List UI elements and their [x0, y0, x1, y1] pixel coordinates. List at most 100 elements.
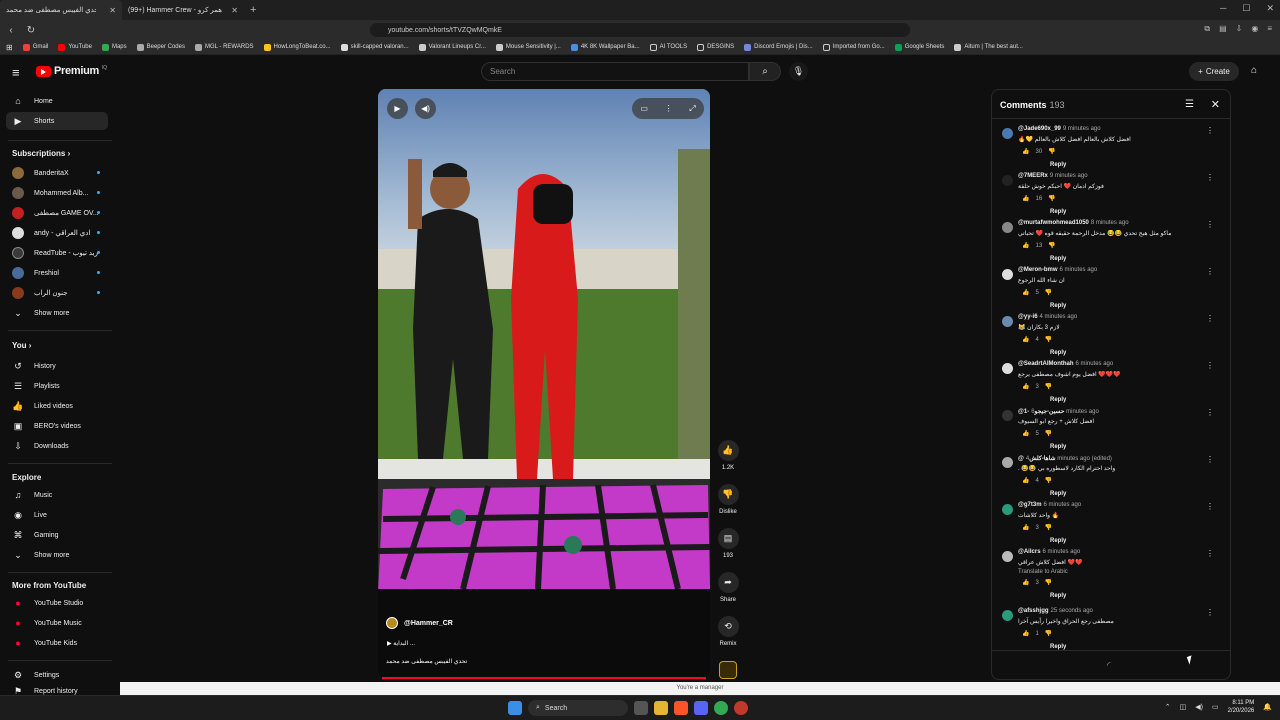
bookmark-folder[interactable]: AI TOOLS — [649, 43, 687, 51]
thumbs-down-icon[interactable]: 👎 — [1048, 148, 1055, 155]
thumbs-up-icon[interactable]: 👍 — [1022, 630, 1029, 637]
comment-author[interactable]: @1-حسين-جيجو — [1018, 409, 1064, 415]
commenter-avatar[interactable] — [1002, 222, 1013, 233]
reply-button[interactable]: Reply — [1050, 444, 1066, 450]
comment-time[interactable]: 25 seconds ago — [1051, 608, 1093, 614]
comment-time[interactable]: 4 minutes ago — [1040, 314, 1078, 320]
thumbs-up-icon[interactable]: 👍 — [1022, 289, 1029, 296]
bookmark[interactable]: YouTube — [58, 43, 92, 51]
more-vert-icon[interactable]: ⋮ — [665, 104, 673, 113]
thumbs-down-icon[interactable]: 👎 — [1045, 383, 1052, 390]
thumbs-up-icon[interactable]: 👍 — [1022, 383, 1029, 390]
close-window-icon[interactable]: ✕ — [1266, 3, 1274, 14]
comment-time[interactable]: 6 minutes ago — [1044, 502, 1082, 508]
brave-icon[interactable] — [674, 701, 688, 715]
reply-button[interactable]: Reply — [1050, 256, 1066, 262]
sidebar-item-playlists[interactable]: ☰ Playlists — [6, 377, 108, 395]
thumbs-up-icon[interactable]: 👍 — [1022, 148, 1029, 155]
comment-author[interactable]: @Meron-bmw — [1018, 267, 1058, 273]
subscription-item[interactable]: مصطفى GAME OV... — [6, 204, 108, 222]
comment-time[interactable]: 9 minutes ago — [1050, 173, 1088, 179]
remix-button[interactable]: ⟲ Remix — [716, 616, 740, 647]
thumbs-down-icon[interactable]: 👎 — [1048, 242, 1055, 249]
comment-time[interactable]: 6 minutes ago — [1076, 361, 1114, 367]
download-icon[interactable]: ⇩ — [1236, 24, 1243, 34]
thumbs-down-icon[interactable]: 👎 — [1045, 579, 1052, 586]
translate-link[interactable]: Translate to Arabic — [1018, 569, 1068, 575]
more-vert-icon[interactable]: ⋮ — [1206, 220, 1214, 229]
mute-button[interactable]: ◀) — [415, 98, 436, 119]
sidebar-item-history[interactable]: ↺ History — [6, 357, 108, 375]
profile-icon[interactable]: ◉ — [1251, 24, 1258, 34]
thumbs-down-icon[interactable]: 👎 — [1048, 195, 1055, 202]
commenter-avatar[interactable] — [1002, 128, 1013, 139]
bookmark[interactable]: Maps — [101, 43, 127, 51]
url-field[interactable]: youtube.com/shorts/tTVZQwMQmkE — [370, 23, 910, 37]
thumbs-up-icon[interactable]: 👍 — [1022, 430, 1029, 437]
reply-button[interactable]: Reply — [1050, 162, 1066, 168]
commenter-avatar[interactable] — [1002, 175, 1013, 186]
more-vert-icon[interactable]: ⋮ — [1206, 126, 1214, 135]
chrome-icon[interactable] — [714, 701, 728, 715]
extensions-icon[interactable]: ⧉ — [1204, 24, 1210, 34]
bookmark[interactable]: 4K 8K Wallpaper Ba... — [570, 43, 640, 51]
thumbs-up-icon[interactable]: 👍 — [1022, 579, 1029, 586]
comment-author[interactable]: @7MEERx — [1018, 173, 1048, 179]
network-icon[interactable]: ◫ — [1180, 703, 1187, 711]
more-vert-icon[interactable]: ⋮ — [1206, 408, 1214, 417]
bookmark[interactable]: MGL - REWARDS — [194, 43, 254, 51]
thumbs-up-icon[interactable]: 👍 — [1022, 524, 1029, 531]
shorts-video-player[interactable] — [378, 89, 710, 680]
reply-button[interactable]: Reply — [1050, 491, 1066, 497]
more-vert-icon[interactable]: ⋮ — [1206, 502, 1214, 511]
play-button[interactable]: ▶ — [387, 98, 408, 119]
audio-track[interactable]: ▶ البداية ... — [387, 640, 415, 647]
sidebar-item-music[interactable]: ♫ Music — [6, 486, 108, 504]
you-heading[interactable]: You › — [12, 341, 31, 350]
menu-icon[interactable]: ≡ — [1267, 24, 1272, 34]
subscription-item[interactable]: andy - ادي العراقي — [6, 224, 108, 242]
commenter-avatar[interactable] — [1002, 363, 1013, 374]
commenter-avatar[interactable] — [1002, 457, 1013, 468]
comment-time[interactable]: 6 minutes ago — [1043, 549, 1081, 555]
comments-button[interactable]: ▤ 193 — [716, 528, 740, 559]
more-vert-icon[interactable]: ⋮ — [1206, 361, 1214, 370]
maximize-icon[interactable]: ☐ — [1242, 3, 1250, 14]
bookmark[interactable]: Beeper Codes — [136, 43, 185, 51]
reply-button[interactable]: Reply — [1050, 209, 1066, 215]
reload-icon[interactable]: ↻ — [26, 25, 36, 36]
file-explorer-icon[interactable] — [654, 701, 668, 715]
comment-time[interactable]: 6 minutes ago — [1060, 267, 1098, 273]
commenter-avatar[interactable] — [1002, 316, 1013, 327]
voice-search-button[interactable]: 🎙 — [789, 62, 808, 81]
show-more-explore[interactable]: ⌄ Show more — [6, 546, 108, 564]
commenter-avatar[interactable] — [1002, 610, 1013, 621]
sidebar-icon[interactable]: ▤ — [1219, 24, 1227, 34]
discord-icon[interactable] — [694, 701, 708, 715]
sidebar-item-your-videos[interactable]: ▣ BERO's videos — [6, 417, 108, 435]
search-button[interactable]: ⌕ — [749, 62, 781, 81]
battery-icon[interactable]: ▭ — [1212, 703, 1219, 711]
thumbs-up-icon[interactable]: 👍 — [1022, 336, 1029, 343]
notifications-bell-icon[interactable]: 🔔 — [1263, 703, 1272, 711]
clock[interactable]: 8:11 PM 2/20/2026 — [1228, 699, 1255, 715]
comment-time[interactable]: 9 minutes ago — [1063, 126, 1101, 132]
show-more-subscriptions[interactable]: ⌄ Show more — [6, 304, 108, 322]
sort-icon[interactable]: ☰ — [1185, 99, 1194, 110]
subscription-item[interactable]: جنون الراب — [6, 284, 108, 302]
reply-button[interactable]: Reply — [1050, 350, 1066, 356]
bookmark[interactable]: Discord Emojis | Dis... — [744, 43, 813, 51]
sidebar-item-settings[interactable]: ⚙ Settings — [6, 666, 108, 684]
fullscreen-icon[interactable]: ⤢ — [689, 104, 695, 114]
bookmark[interactable]: Gmail — [22, 43, 48, 51]
reply-button[interactable]: Reply — [1050, 593, 1066, 599]
sidebar-item-gaming[interactable]: ⌘ Gaming — [6, 526, 108, 544]
thumbs-up-icon[interactable]: 👍 — [1022, 242, 1029, 249]
channel-info[interactable]: @Hammer_CR — [386, 617, 453, 629]
browser-tab[interactable]: (99+) Hammer Crew - همر كرو (@ham... ✕ — [122, 0, 244, 20]
more-vert-icon[interactable]: ⋮ — [1206, 173, 1214, 182]
captions-icon[interactable]: ▭ — [640, 104, 648, 113]
hamburger-menu-icon[interactable]: ≡ — [12, 65, 20, 80]
app-icon[interactable] — [734, 701, 748, 715]
reply-button[interactable]: Reply — [1050, 538, 1066, 544]
